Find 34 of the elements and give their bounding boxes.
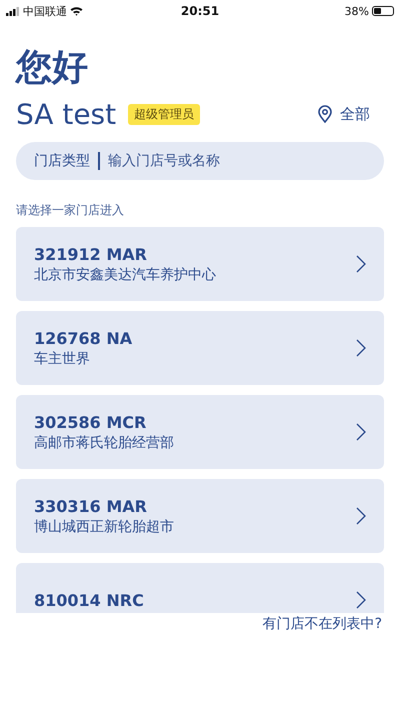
store-code: 126768 NA [34, 328, 134, 348]
chevron-right-icon [356, 255, 366, 273]
store-name: 博山城西正新轮胎超市 [34, 518, 175, 536]
store-code: 330316 MAR [34, 496, 148, 516]
chevron-right-icon [356, 591, 366, 609]
store-card[interactable]: 810014 NRC [16, 563, 384, 613]
battery-percent: 38% [344, 4, 369, 18]
store-card[interactable]: 302586 MCR 高邮市蒋氏轮胎经营部 [16, 395, 384, 469]
chevron-right-icon [356, 507, 366, 525]
user-name: SA test [16, 98, 116, 130]
store-type-filter[interactable]: 门店类型 [34, 152, 90, 170]
store-card[interactable]: 126768 NA 车主世界 [16, 311, 384, 385]
store-code: 810014 NRC [34, 590, 145, 610]
status-time: 20:51 [180, 4, 220, 18]
store-code: 321912 MAR [34, 244, 148, 264]
store-name: 车主世界 [34, 350, 91, 368]
store-card[interactable]: 330316 MAR 博山城西正新轮胎超市 [16, 479, 384, 553]
signal-icon [6, 6, 20, 16]
chevron-right-icon [356, 339, 366, 357]
location-pin-icon [318, 105, 332, 123]
store-card[interactable]: 321912 MAR 北京市安鑫美达汽车养护中心 [16, 227, 384, 301]
list-hint: 请选择一家门店进入 [16, 202, 125, 219]
wifi-icon [70, 6, 83, 16]
chevron-right-icon [356, 423, 366, 441]
store-name: 北京市安鑫美达汽车养护中心 [34, 266, 217, 284]
role-badge: 超级管理员 [128, 104, 200, 124]
battery-icon [372, 6, 394, 16]
missing-store-link[interactable]: 有门店不在列表中? [262, 615, 382, 633]
carrier-name: 中国联通 [23, 4, 67, 18]
store-name: 高邮市蒋氏轮胎经营部 [34, 434, 175, 452]
store-code: 302586 MCR [34, 412, 148, 432]
location-button[interactable]: 全部 [318, 104, 370, 124]
greeting-title: 您好 [16, 46, 89, 90]
search-field[interactable]: 门店类型 输入门店号或名称 [16, 142, 384, 180]
